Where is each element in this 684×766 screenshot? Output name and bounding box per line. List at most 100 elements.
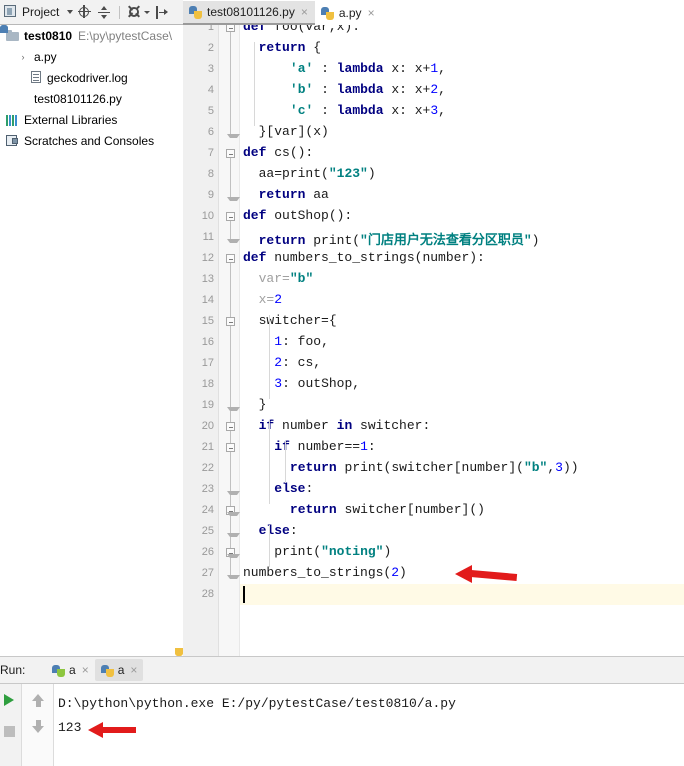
fold-region-line [230,158,231,197]
tree-item-test0810[interactable]: test0810 E:\py\pytestCase\ [0,25,183,46]
tree-item-label: test08101126.py [34,91,122,106]
code-line-12[interactable]: def numbers_to_strings(number): [243,250,485,265]
python-file-icon [320,6,334,20]
code-line-2[interactable]: return { [259,40,321,55]
line-number: 3 [207,63,214,75]
code-token: return [258,187,314,202]
gear-dropdown-icon[interactable] [144,10,150,14]
rerun-play-icon[interactable] [4,694,14,706]
tree-item-a-py[interactable]: › a.py [0,25,183,656]
fold-toggle-icon[interactable] [226,422,235,431]
code-line-22[interactable]: return print(switcher[number]("b",3)) [290,460,579,475]
tab-test08101126[interactable]: test08101126.py × [183,1,315,25]
code-token: cs(): [274,145,314,160]
fold-toggle-icon[interactable] [226,212,235,221]
tree-item-external-libraries[interactable]: External Libraries [0,109,183,130]
code-line-4[interactable]: 'b' : lambda x: x+2, [290,82,446,97]
code-token: 2 [430,82,439,97]
code-line-18[interactable]: 3: outShop, [274,376,360,391]
locate-icon[interactable] [76,4,93,21]
line-number: 11 [202,231,214,243]
scroll-down-icon[interactable] [32,720,44,733]
code-line-15[interactable]: switcher={ [259,313,337,328]
run-console: D:\python\python.exe E:/py/pytestCase/te… [0,683,684,766]
close-icon[interactable]: × [301,6,308,18]
close-icon[interactable]: × [130,664,137,676]
run-tab-a-2[interactable]: a × [94,659,144,681]
code-line-1[interactable]: def foo(var,x): [243,25,360,34]
code-line-19[interactable]: } [259,397,267,412]
code-line-20[interactable]: if number in switcher: [259,418,431,433]
code-line-7[interactable]: def cs(): [243,145,313,160]
chevron-down-icon[interactable] [67,10,74,14]
code-token: }[var](x) [258,124,329,139]
code-line-26[interactable]: print("noting") [274,544,391,559]
close-icon[interactable]: × [82,664,89,676]
scroll-up-icon[interactable] [32,694,44,707]
tree-item-test08101126-py[interactable]: test08101126.py [0,25,183,656]
tab-label: test08101126.py [207,5,295,19]
code-line-13[interactable]: var="b" [259,271,314,286]
code-text-area[interactable]: def foo(var,x): return { 'a' : lambda x: x… [240,25,684,656]
collapse-all-icon[interactable] [96,4,113,21]
code-line-11[interactable]: return print("门店用户无法查看分区职员") [259,229,540,248]
code-line-21[interactable]: if number==1: [274,439,375,454]
text-caret [243,586,245,603]
expand-arrow-icon[interactable]: › [16,52,30,62]
code-line-16[interactable]: 1: foo, [274,334,329,349]
close-icon[interactable]: × [368,7,375,19]
fold-toggle-icon[interactable] [226,254,235,263]
code-line-6[interactable]: }[var](x) [259,124,329,139]
fold-toggle-icon[interactable] [226,443,235,452]
code-token: if [274,439,298,454]
project-panel-header[interactable]: Project [0,0,183,24]
code-line-9[interactable]: return aa [259,187,329,202]
code-token: , [438,61,446,76]
scratches-icon [6,134,20,147]
line-number: 24 [201,504,214,516]
code-line-14[interactable]: x=2 [259,292,282,307]
code-token: switcher={ [258,313,337,328]
code-line-27[interactable]: numbers_to_strings(2) [243,565,407,580]
project-tree[interactable]: test0810 E:\py\pytestCase\ › a.py geckodrive… [0,25,183,656]
code-token: 1 [430,61,439,76]
code-token: : [367,439,376,454]
code-token: : foo, [282,334,329,349]
tree-item-geckodriver-log[interactable]: geckodriver.log [0,67,183,88]
tab-a-py[interactable]: a.py × [315,1,382,25]
stop-icon[interactable] [4,726,15,737]
code-fold-gutter[interactable] [219,25,240,656]
settings-gear-icon[interactable] [126,4,143,21]
code-line-3[interactable]: 'a' : lambda x: x+1, [290,61,446,76]
run-tab-a-1[interactable]: a × [46,659,95,681]
code-token: else [258,523,290,538]
fold-toggle-icon[interactable] [226,25,235,32]
code-line-8[interactable]: aa=print("123") [259,166,376,181]
library-icon [6,114,20,126]
code-line-23[interactable]: else: [274,481,313,496]
code-line-25[interactable]: else: [259,523,298,538]
python-run-icon [52,664,65,677]
fold-toggle-icon[interactable] [226,149,235,158]
indent-guide [269,420,271,504]
code-line-24[interactable]: return switcher[number]() [290,502,485,517]
code-token: switcher: [360,418,431,433]
hide-panel-icon[interactable] [153,4,170,21]
code-token: x= [258,292,275,307]
code-line-17[interactable]: 2: cs, [274,355,321,370]
code-line-10[interactable]: def outShop(): [243,208,352,223]
fold-region-line [230,326,231,407]
tree-item-label: External Libraries [24,112,118,127]
fold-region-end-icon [227,134,240,138]
code-line-5[interactable]: 'c' : lambda x: x+3, [290,103,446,118]
indent-guide [253,42,255,126]
code-token: "b" [289,271,314,286]
code-token: 'b' [289,82,314,97]
line-number: 8 [207,168,214,180]
run-tab-label: a [117,663,125,677]
fold-toggle-icon[interactable] [226,317,235,326]
code-token: "b" [523,460,548,475]
tree-item-scratches-and-consoles[interactable]: Scratches and Consoles [0,130,183,151]
code-editor[interactable]: 1 2 3 4 5 6 7 8 9 10 11 12 13 14 15 16 17 18 19 20 21 22 23 24 2… [183,25,684,656]
code-token: print( [313,233,361,248]
